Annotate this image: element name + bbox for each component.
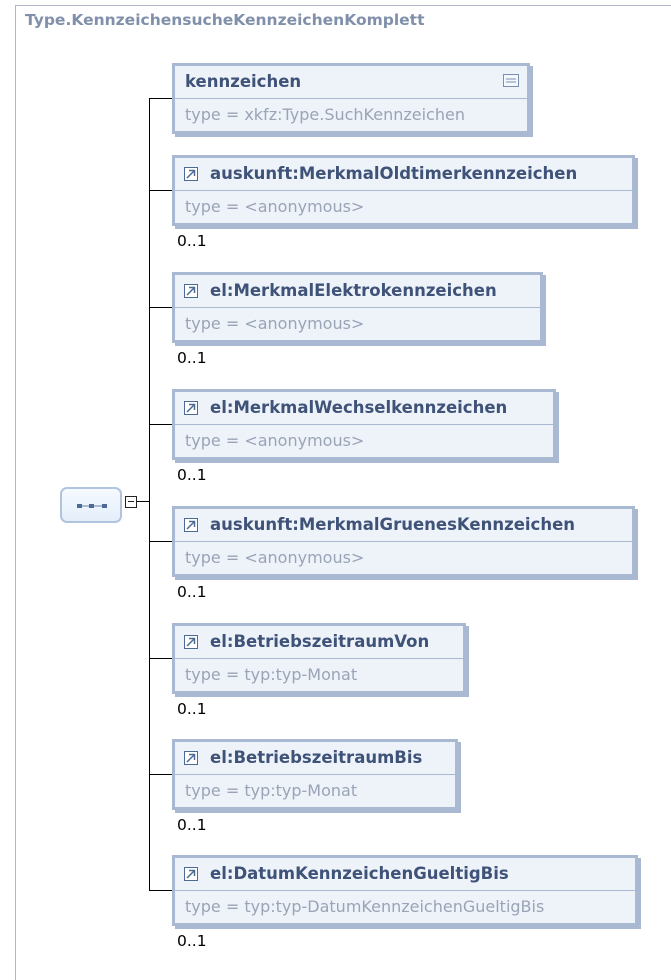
occurrence-label: 0..1 — [177, 349, 207, 367]
reference-arrow-icon — [184, 751, 198, 765]
occurrence-label: 0..1 — [177, 932, 207, 950]
element-header: auskunft:MerkmalGruenesKennzeichen — [175, 509, 632, 542]
element-type: type = <anonymous> — [185, 314, 365, 333]
element-type: type = xkfz:Type.SuchKennzeichen — [185, 105, 465, 124]
branch-line — [149, 190, 172, 191]
reference-arrow-icon — [184, 635, 198, 649]
complex-type-title: Type.KennzeichensucheKennzeichenKomplett — [25, 11, 425, 29]
documentation-icon[interactable] — [503, 74, 519, 87]
element-type: type = <anonymous> — [185, 431, 365, 450]
reference-arrow-icon — [184, 518, 198, 532]
element-type: type = <anonymous> — [185, 197, 365, 216]
element-name: el:DatumKennzeichenGueltigBis — [210, 864, 509, 883]
branch-line — [149, 774, 172, 775]
occurrence-label: 0..1 — [177, 466, 207, 484]
element-box[interactable]: el:BetriebszeitraumBis type = typ:typ-Mo… — [172, 739, 458, 810]
sequence-compositor[interactable] — [60, 487, 122, 523]
branch-line — [149, 541, 172, 542]
element-name: el:BetriebszeitraumBis — [210, 748, 423, 767]
element-box[interactable]: el:BetriebszeitraumVon type = typ:typ-Mo… — [172, 623, 466, 694]
reference-arrow-icon — [184, 401, 198, 415]
reference-arrow-icon — [184, 867, 198, 881]
collapse-icon[interactable] — [125, 496, 137, 508]
element-box[interactable]: auskunft:MerkmalGruenesKennzeichen type … — [172, 506, 635, 577]
reference-arrow-icon — [184, 284, 198, 298]
element-header: auskunft:MerkmalOldtimerkennzeichen — [175, 158, 632, 191]
sequence-icon — [77, 504, 107, 508]
branch-line — [149, 658, 172, 659]
branch-line — [149, 307, 172, 308]
element-name: el:MerkmalWechselkennzeichen — [210, 398, 508, 417]
branch-line — [149, 890, 172, 891]
element-header: el:BetriebszeitraumVon — [175, 626, 463, 659]
element-name: auskunft:MerkmalGruenesKennzeichen — [210, 515, 576, 534]
occurrence-label: 0..1 — [177, 232, 207, 250]
element-name: el:BetriebszeitraumVon — [210, 632, 430, 651]
occurrence-label: 0..1 — [177, 700, 207, 718]
element-name: auskunft:MerkmalOldtimerkennzeichen — [210, 164, 578, 183]
occurrence-label: 0..1 — [177, 816, 207, 834]
element-name: kennzeichen — [185, 72, 302, 91]
element-box[interactable]: el:DatumKennzeichenGueltigBis type = typ… — [172, 855, 638, 926]
element-box[interactable]: kennzeichen type = xkfz:Type.SuchKennzei… — [172, 63, 530, 134]
tree-trunk — [149, 98, 150, 890]
element-header: el:MerkmalWechselkennzeichen — [175, 392, 553, 425]
branch-line — [149, 98, 172, 99]
element-type: type = typ:typ-Monat — [185, 781, 358, 800]
element-name: el:MerkmalElektrokennzeichen — [210, 281, 497, 300]
occurrence-label: 0..1 — [177, 583, 207, 601]
element-box[interactable]: auskunft:MerkmalOldtimerkennzeichen type… — [172, 155, 635, 226]
element-box[interactable]: el:MerkmalElektrokennzeichen type = <ano… — [172, 272, 543, 343]
element-type: type = typ:typ-DatumKennzeichenGueltigBi… — [185, 897, 545, 916]
element-type: type = typ:typ-Monat — [185, 665, 358, 684]
element-box[interactable]: el:MerkmalWechselkennzeichen type = <ano… — [172, 389, 556, 460]
element-header: el:DatumKennzeichenGueltigBis — [175, 858, 635, 891]
branch-line — [149, 424, 172, 425]
element-header: kennzeichen — [175, 66, 527, 99]
element-header: el:MerkmalElektrokennzeichen — [175, 275, 540, 308]
reference-arrow-icon — [184, 167, 198, 181]
element-header: el:BetriebszeitraumBis — [175, 742, 455, 775]
element-type: type = <anonymous> — [185, 548, 365, 567]
